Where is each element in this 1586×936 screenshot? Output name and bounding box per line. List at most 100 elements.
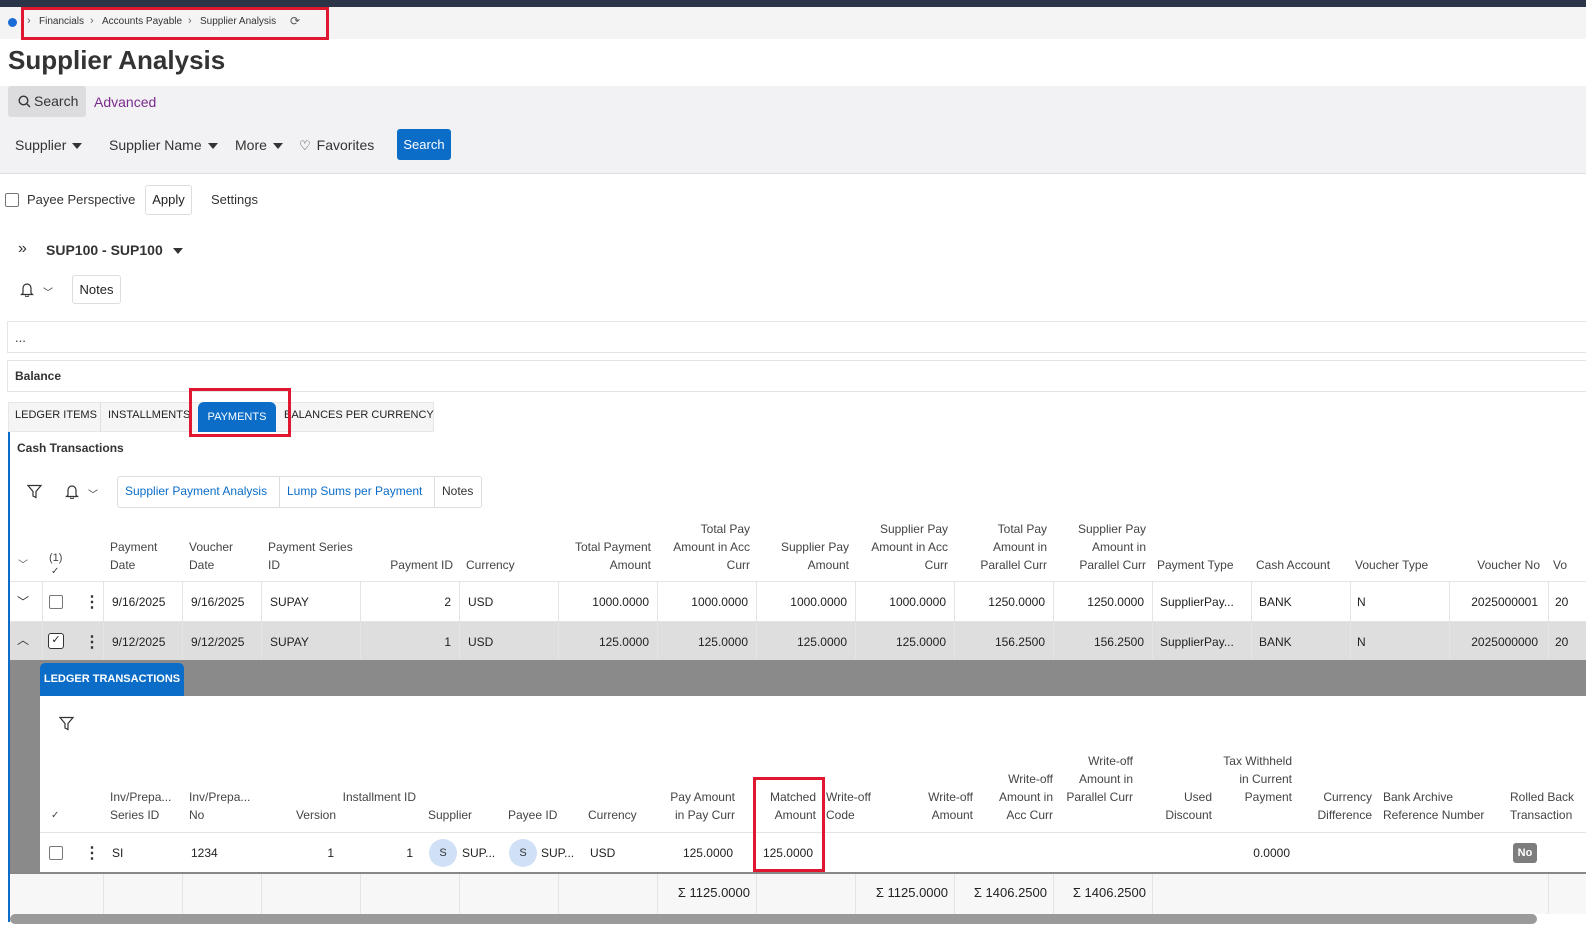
cell-currency-link[interactable]: USD	[590, 846, 615, 860]
col-bank-archive-ref[interactable]: Bank Archive Reference Number	[1383, 788, 1493, 824]
tab-balances-per-currency[interactable]: BALANCES PER CURRENCY	[284, 409, 434, 421]
col-pay-amount[interactable]: Pay Amount in Pay Curr	[660, 788, 735, 824]
home-dot-icon[interactable]	[8, 18, 17, 27]
cell-currency-link[interactable]: USD	[468, 595, 493, 609]
col-payment-series-id[interactable]: Payment Series ID	[268, 538, 358, 574]
avatar[interactable]: S	[509, 839, 537, 867]
search-button[interactable]: Search	[397, 129, 451, 160]
supplier-payment-analysis-button[interactable]: Supplier Payment Analysis	[125, 484, 267, 498]
kebab-menu-icon[interactable]: ⋮	[84, 592, 100, 612]
collapsed-panel[interactable]	[7, 321, 1586, 353]
col-write-off-code[interactable]: Write-off Code	[826, 788, 886, 824]
select-all-check-icon[interactable]: ✓	[51, 566, 59, 577]
col-truncated[interactable]: Vo	[1553, 556, 1586, 574]
tab-ledger-items[interactable]: LEDGER ITEMS	[15, 409, 97, 421]
cell-cash-account-link[interactable]: BANK	[1259, 595, 1292, 609]
row-checkbox[interactable]	[49, 595, 63, 609]
cell-tax-withheld: 0.0000	[1253, 846, 1290, 860]
apply-button[interactable]: Apply	[145, 185, 192, 215]
kebab-menu-icon[interactable]: ⋮	[84, 632, 100, 652]
expand-double-chevron-icon[interactable]: »	[18, 240, 27, 258]
row-checkbox[interactable]	[49, 846, 63, 860]
row-checkbox-checked[interactable]: ✓	[48, 633, 64, 649]
col-write-off-amount[interactable]: Write-off Amount	[898, 788, 973, 824]
col-inv-series-id[interactable]: Inv/Prepa... Series ID	[110, 788, 180, 824]
col-voucher-date[interactable]: Voucher Date	[189, 538, 249, 574]
settings-button[interactable]: Settings	[211, 192, 258, 207]
cell-inv-series-id: SI	[112, 846, 124, 860]
cell-payment-type-link[interactable]: SupplierPay...	[1160, 635, 1234, 649]
avatar[interactable]: S	[429, 839, 457, 867]
supplier-filter[interactable]: Supplier	[15, 137, 83, 153]
col-currency[interactable]: Currency	[588, 806, 658, 824]
cell-cash-account-link[interactable]: BANK	[1259, 635, 1292, 649]
horizontal-scrollbar[interactable]	[10, 914, 1537, 924]
kebab-menu-icon[interactable]: ⋮	[84, 843, 100, 863]
sub-panel-gutter	[10, 696, 40, 874]
col-write-off-parallel[interactable]: Write-off Amount in Parallel Curr	[1062, 752, 1133, 806]
chevron-down-icon[interactable]: ﹀	[17, 593, 29, 610]
cell-payee-id[interactable]: SUP...	[541, 846, 574, 860]
col-voucher-no[interactable]: Voucher No	[1450, 556, 1540, 574]
favorites-button[interactable]: ♡ Favorites	[299, 137, 374, 154]
cell-voucher-type-link[interactable]: N	[1357, 635, 1366, 649]
chevron-down-icon[interactable]: ﹀	[88, 486, 98, 501]
col-supplier-pay-amount-parallel[interactable]: Supplier Pay Amount in Parallel Curr	[1057, 520, 1146, 574]
col-payment-date[interactable]: Payment Date	[110, 538, 180, 574]
col-write-off-acc[interactable]: Write-off Amount in Acc Curr	[982, 770, 1053, 824]
supplier-name-filter[interactable]: Supplier Name	[109, 137, 218, 153]
col-tax-withheld[interactable]: Tax Withheld in Current Payment	[1222, 752, 1292, 806]
highlight-breadcrumb	[21, 7, 329, 40]
lump-sums-per-payment-button[interactable]: Lump Sums per Payment	[287, 484, 422, 498]
col-payee-id[interactable]: Payee ID	[508, 806, 578, 824]
filter-icon[interactable]	[27, 484, 42, 499]
col-payment-id[interactable]: Payment ID	[370, 556, 453, 574]
expand-all-chevron-icon[interactable]: ﹀	[18, 556, 28, 571]
col-supplier[interactable]: Supplier	[428, 806, 498, 824]
col-total-pay-amount-acc[interactable]: Total Pay Amount in Acc Curr	[661, 520, 750, 574]
col-version[interactable]: Version	[270, 806, 336, 824]
col-total-payment-amount[interactable]: Total Payment Amount	[562, 538, 651, 574]
record-selector[interactable]: SUP100 - SUP100	[46, 242, 183, 258]
col-supplier-pay-amount[interactable]: Supplier Pay Amount	[760, 538, 849, 574]
cell-total-payment-amount: 125.0000	[598, 635, 649, 649]
notes-button[interactable]: Notes	[72, 275, 121, 304]
col-inv-no[interactable]: Inv/Prepa... No	[189, 788, 259, 824]
col-payment-type[interactable]: Payment Type	[1157, 556, 1249, 574]
record-selector-label: SUP100 - SUP100	[46, 242, 163, 258]
tab-installments[interactable]: INSTALLMENTS	[108, 409, 190, 421]
notes-toolbar-button[interactable]: Notes	[442, 484, 473, 498]
payee-perspective-label: Payee Perspective	[27, 192, 136, 207]
select-all-check-icon[interactable]: ✓	[51, 810, 59, 821]
col-used-discount[interactable]: Used Discount	[1150, 788, 1212, 824]
total-pay-parallel: Σ 1406.2500	[973, 885, 1047, 900]
cell-supplier[interactable]: SUP...	[462, 846, 495, 860]
cell-currency-link[interactable]: USD	[468, 635, 493, 649]
bell-icon[interactable]	[20, 282, 34, 297]
cell-payment-series-link[interactable]: SUPAY	[270, 595, 309, 609]
col-rolled-back[interactable]: Rolled Back Transaction	[1510, 788, 1586, 824]
col-total-pay-amount-parallel[interactable]: Total Pay Amount in Parallel Curr	[958, 520, 1047, 574]
tab-ledger-transactions[interactable]: LEDGER TRANSACTIONS	[40, 663, 184, 696]
advanced-tab[interactable]: Advanced	[94, 94, 156, 110]
col-cash-account[interactable]: Cash Account	[1256, 556, 1348, 574]
col-currency[interactable]: Currency	[466, 556, 546, 574]
col-installment-id[interactable]: Installment ID	[340, 788, 416, 806]
bell-icon[interactable]	[65, 484, 79, 499]
page-title: Supplier Analysis	[8, 45, 226, 75]
cell-total-pay-acc: 1000.0000	[691, 595, 748, 609]
filter-icon[interactable]	[59, 716, 74, 731]
chevron-down-icon[interactable]: ﹀	[43, 284, 53, 299]
cell-payment-type-link[interactable]: SupplierPay...	[1160, 595, 1234, 609]
tab-balances-per-currency-wrap[interactable]: BALANCES PER CURRENCY	[278, 402, 434, 432]
cell-version: 1	[327, 846, 334, 860]
search-tab[interactable]: Search	[8, 86, 86, 117]
col-currency-difference[interactable]: Currency Difference	[1304, 788, 1372, 824]
more-filter[interactable]: More	[235, 137, 283, 153]
col-voucher-type[interactable]: Voucher Type	[1355, 556, 1447, 574]
chevron-up-icon[interactable]: ︿	[17, 631, 29, 648]
payee-perspective-checkbox[interactable]	[5, 193, 19, 207]
cell-payment-series-link[interactable]: SUPAY	[270, 635, 309, 649]
cell-voucher-type-link[interactable]: N	[1357, 595, 1366, 609]
col-supplier-pay-amount-acc[interactable]: Supplier Pay Amount in Acc Curr	[859, 520, 948, 574]
